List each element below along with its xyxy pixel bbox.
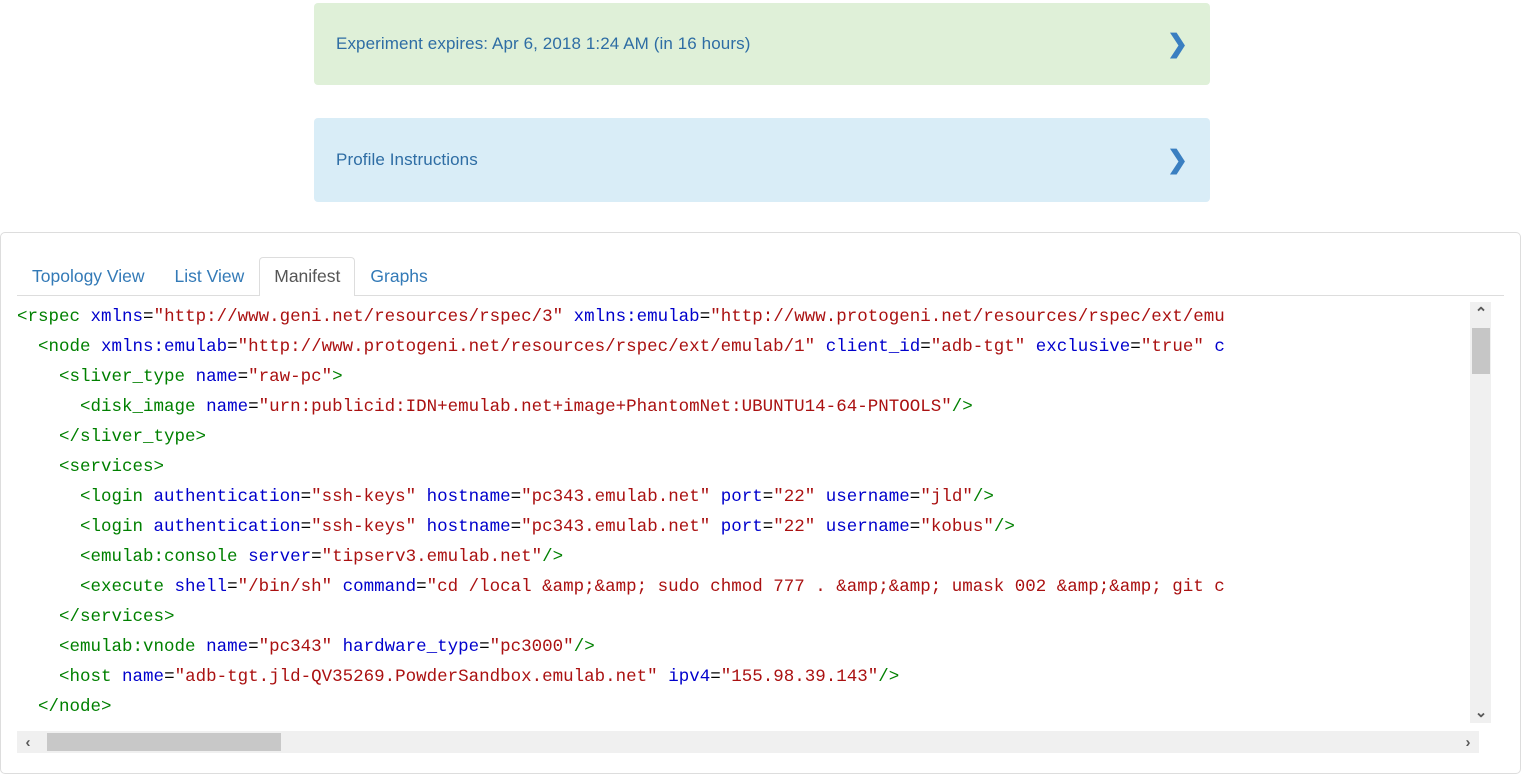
tab-list-view[interactable]: List View — [160, 257, 260, 296]
experiment-expires-banner[interactable]: Experiment expires: Apr 6, 2018 1:24 AM … — [314, 3, 1210, 85]
chevron-right-icon[interactable]: ❯ — [1167, 31, 1188, 57]
scroll-right-icon[interactable]: › — [1457, 731, 1479, 753]
tab-manifest[interactable]: Manifest — [259, 257, 356, 296]
tab-graphs[interactable]: Graphs — [355, 257, 442, 296]
chevron-right-icon[interactable]: ❯ — [1167, 147, 1188, 173]
experiment-expires-label: Experiment expires: Apr 6, 2018 1:24 AM … — [336, 34, 751, 53]
scroll-left-icon[interactable]: ‹ — [17, 731, 39, 753]
view-tabs: Topology View List View Manifest Graphs — [17, 255, 1504, 296]
horizontal-scrollbar-thumb[interactable] — [47, 733, 281, 751]
manifest-xml-code[interactable]: <rspec xmlns="http://www.geni.net/resour… — [17, 302, 1479, 722]
banner-inner: Profile Instructions ❯ — [314, 118, 1210, 202]
profile-instructions-banner[interactable]: Profile Instructions ❯ — [314, 118, 1210, 202]
scroll-up-icon[interactable]: ⌃ — [1470, 302, 1491, 324]
manifest-horizontal-scrollbar[interactable]: ‹ › — [17, 731, 1479, 753]
scroll-down-icon[interactable]: ⌄ — [1470, 701, 1491, 723]
profile-instructions-label: Profile Instructions — [336, 150, 478, 169]
manifest-content-area: <rspec xmlns="http://www.geni.net/resour… — [17, 302, 1491, 753]
banner-inner: Experiment expires: Apr 6, 2018 1:24 AM … — [314, 3, 1210, 85]
vertical-scrollbar-thumb[interactable] — [1472, 328, 1490, 374]
manifest-vertical-scrollbar[interactable]: ⌃ ⌄ — [1469, 302, 1491, 723]
tab-topology-view[interactable]: Topology View — [17, 257, 160, 296]
manifest-code-viewport[interactable]: <rspec xmlns="http://www.geni.net/resour… — [17, 302, 1479, 723]
experiment-view-panel: Topology View List View Manifest Graphs … — [0, 232, 1521, 774]
